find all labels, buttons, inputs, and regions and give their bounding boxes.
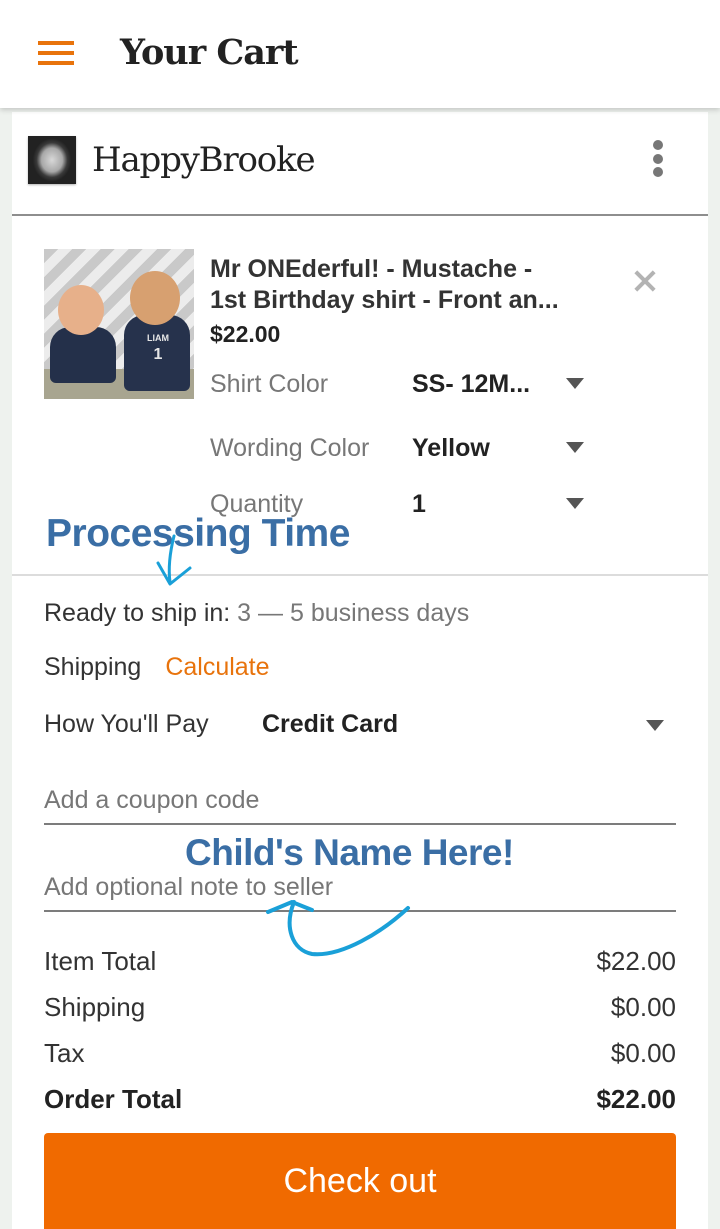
close-icon[interactable] [628, 264, 662, 298]
app-bar: Your Cart [0, 0, 720, 108]
summary-row-shipping: Shipping $0.00 [44, 992, 676, 1026]
summary-value: $0.00 [610, 1038, 676, 1068]
annotation-processing-time: Processing Time [46, 512, 350, 555]
annotation-childs-name: Child's Name Here! [185, 832, 514, 873]
divider [12, 574, 708, 576]
summary-label: Shipping [44, 992, 146, 1022]
shop-header: HappyBrooke [12, 112, 708, 216]
shirt-print: LIAM 1 [140, 333, 176, 365]
product-image[interactable]: LIAM 1 [44, 249, 194, 399]
product-title-line2: 1st Birthday shirt - Front an... [210, 286, 559, 314]
summary-row-item-total: Item Total $22.00 [44, 946, 676, 980]
summary-row-order-total: Order Total $22.00 [44, 1084, 676, 1118]
option-shirt-color-select[interactable]: Shirt Color SS- 12M... [210, 370, 600, 410]
ready-to-ship-label: Ready to ship in: [44, 599, 231, 627]
option-value: SS- 12M... [412, 370, 531, 398]
option-value: 1 [412, 490, 426, 518]
image-decor [130, 271, 180, 325]
order-total-label: Order Total [44, 1084, 183, 1114]
dropdown-caret-icon [646, 720, 664, 731]
dropdown-caret-icon [566, 378, 584, 389]
product-title[interactable]: Mr ONEderful! - Mustache - 1st Birthday … [210, 254, 610, 316]
page-title: Your Cart [120, 32, 299, 73]
ready-to-ship-value: 3 — 5 business days [237, 599, 470, 627]
dropdown-caret-icon [566, 498, 584, 509]
shop-avatar[interactable] [28, 136, 76, 184]
option-wording-color-select[interactable]: Wording Color Yellow [210, 434, 600, 474]
summary-label: Item Total [44, 946, 157, 976]
option-label: Wording Color [210, 434, 370, 462]
summary-row-tax: Tax $0.00 [44, 1038, 676, 1072]
option-value: Yellow [412, 434, 490, 462]
product-price: $22.00 [210, 321, 281, 347]
payment-value: Credit Card [262, 710, 399, 738]
option-label: Shirt Color [210, 370, 329, 398]
cart-card: HappyBrooke LIAM 1 Mr ONEderful! - Musta… [12, 112, 708, 1229]
coupon-code-input[interactable] [44, 777, 676, 825]
calculate-shipping-link[interactable]: Calculate [165, 653, 269, 681]
shipping-row: Shipping Calculate [44, 653, 270, 682]
summary-label: Tax [44, 1038, 85, 1068]
checkout-button[interactable]: Check out [44, 1133, 676, 1229]
hamburger-menu-icon[interactable] [36, 38, 74, 68]
order-total-value: $22.00 [596, 1084, 676, 1114]
shirt-print-number: 1 [153, 345, 163, 363]
shirt-print-name: LIAM [147, 333, 169, 343]
payment-method-select[interactable]: How You'll Pay Credit Card [44, 710, 674, 750]
payment-label: How You'll Pay [44, 710, 209, 738]
summary-value: $22.00 [596, 946, 676, 976]
ready-to-ship: Ready to ship in: 3 — 5 business days [44, 599, 469, 628]
image-decor [58, 285, 104, 335]
shop-name[interactable]: HappyBrooke [92, 140, 316, 180]
image-decor [50, 327, 116, 383]
shipping-label: Shipping [44, 653, 142, 681]
summary-value: $0.00 [610, 992, 676, 1022]
more-vertical-icon[interactable] [648, 140, 668, 180]
dropdown-caret-icon [566, 442, 584, 453]
product-title-line1: Mr ONEderful! - Mustache - [210, 255, 533, 283]
